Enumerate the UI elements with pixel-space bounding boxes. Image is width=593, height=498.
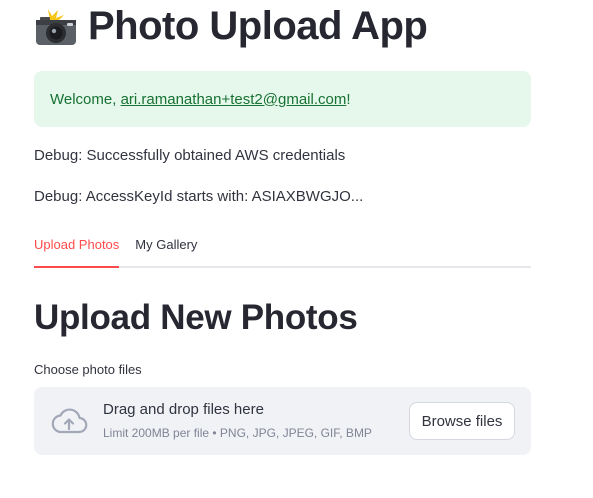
page-title: Photo Upload App — [34, 4, 428, 49]
welcome-suffix: ! — [346, 90, 351, 108]
file-uploader-label: Choose photo files — [34, 362, 142, 377]
cloud-upload-icon — [51, 408, 88, 434]
camera-with-flash-icon — [36, 8, 76, 45]
tab-upload-photos[interactable]: Upload Photos — [34, 232, 120, 268]
debug-credentials-text: Debug: Successfully obtained AWS credent… — [34, 147, 346, 164]
app-page: Photo Upload App Welcome, ari.ramanathan… — [0, 0, 593, 498]
file-dropzone[interactable]: Drag and drop files here Limit 200MB per… — [34, 387, 531, 455]
dropzone-instruction: Drag and drop files here — [103, 401, 264, 418]
debug-access-key-text: Debug: AccessKeyId starts with: ASIAXBWG… — [34, 188, 364, 205]
tab-my-gallery[interactable]: My Gallery — [135, 232, 197, 268]
welcome-alert: Welcome, ari.ramanathan+test2@gmail.com! — [34, 71, 531, 127]
dropzone-limit-text: Limit 200MB per file • PNG, JPG, JPEG, G… — [103, 426, 372, 440]
upload-heading: Upload New Photos — [34, 298, 358, 337]
user-email-link[interactable]: ari.ramanathan+test2@gmail.com — [121, 91, 347, 108]
welcome-prefix: Welcome, — [50, 90, 121, 108]
browse-files-button[interactable]: Browse files — [409, 402, 515, 440]
app-title-text: Photo Upload App — [88, 4, 428, 48]
tab-bar: Upload Photos My Gallery — [34, 232, 531, 268]
